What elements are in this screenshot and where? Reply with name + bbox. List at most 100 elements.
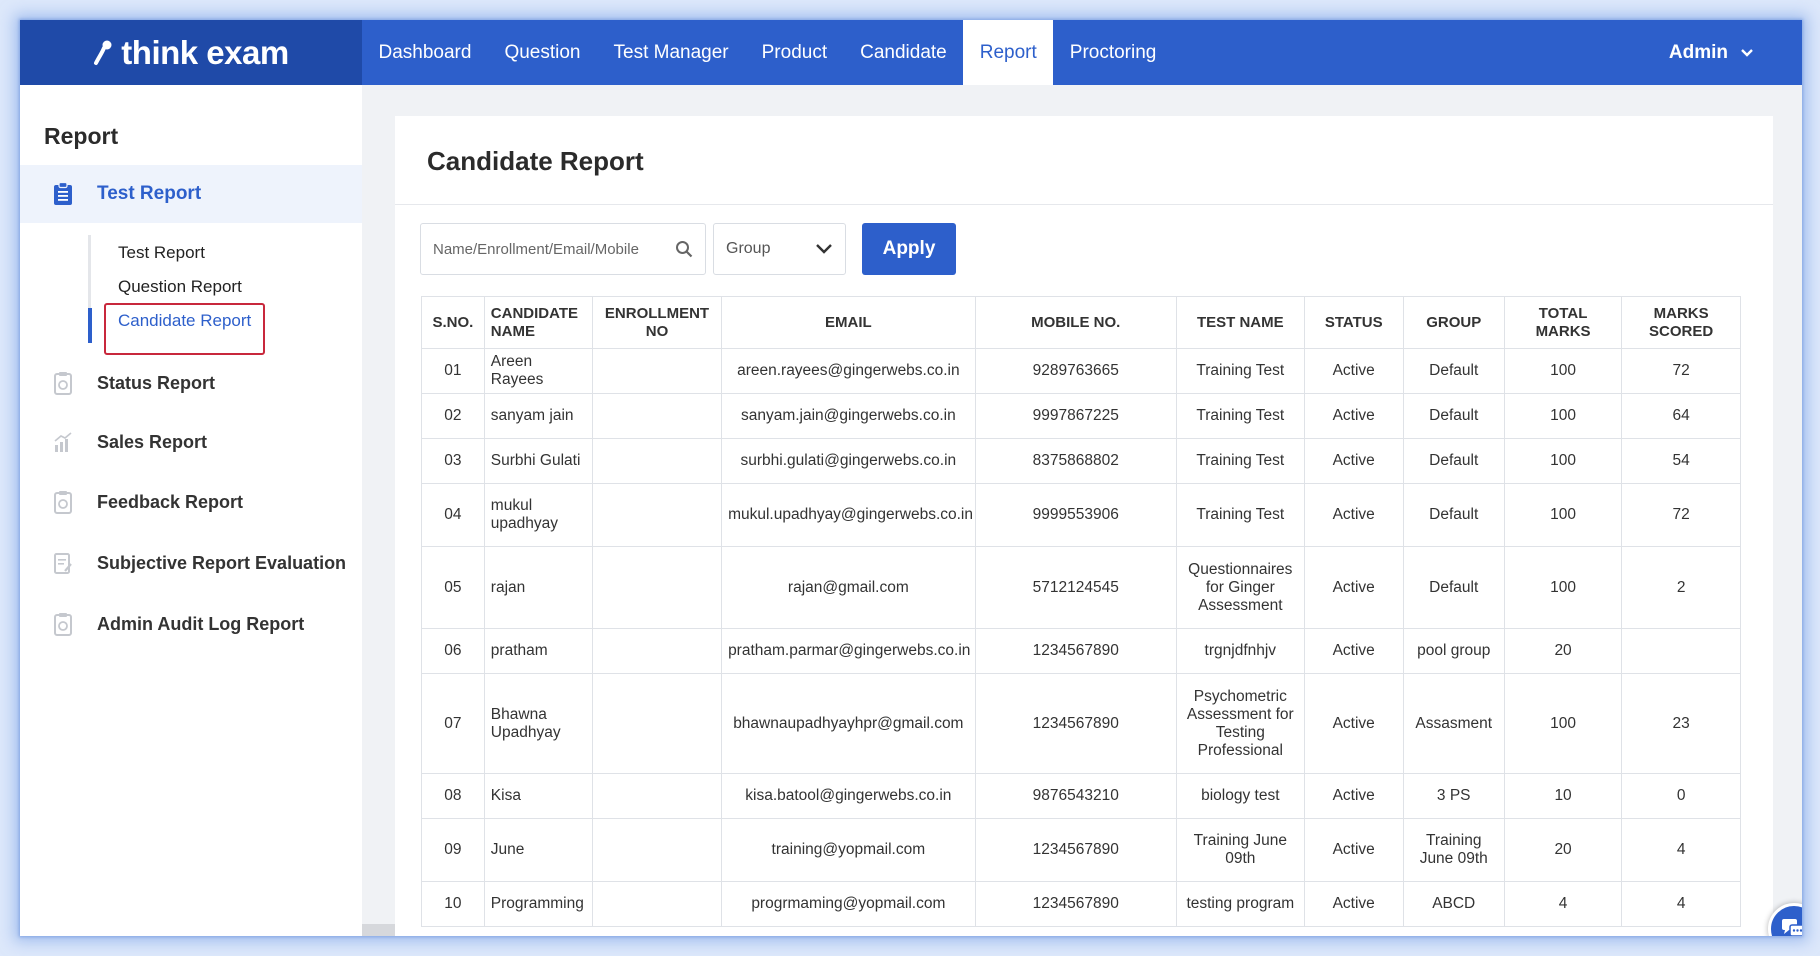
- table-header-row: S.NO. CANDIDATE NAME ENROLLMENT NO EMAIL MOB…: [421, 296, 1741, 349]
- cell-sno: 05: [421, 546, 485, 629]
- cell-marks-scored: 72: [1621, 483, 1741, 547]
- nav-report[interactable]: Report: [963, 20, 1054, 85]
- cell-status: Active: [1303, 393, 1404, 439]
- column-header-total-marks: TOTAL MARKS: [1503, 296, 1623, 349]
- cell-marks-scored: 64: [1621, 393, 1741, 439]
- cell-status: Active: [1303, 438, 1404, 484]
- apply-button[interactable]: Apply: [862, 223, 956, 275]
- cell-total-marks: 20: [1503, 818, 1623, 882]
- cell-status: Active: [1303, 483, 1404, 547]
- logo-mark-icon: [94, 40, 112, 65]
- main-nav: Dashboard Question Test Manager Product …: [362, 20, 1173, 85]
- cell-marks-scored: 4: [1621, 881, 1741, 927]
- nav-question[interactable]: Question: [488, 20, 597, 85]
- sidebar-item-admin-audit-log-report[interactable]: Admin Audit Log Report: [20, 604, 362, 644]
- sidebar-item-test-report[interactable]: Test Report: [20, 165, 362, 223]
- app-window: think exam Dashboard Question Test Manag…: [20, 20, 1802, 936]
- cell-test-name: Training Test: [1175, 483, 1305, 547]
- highlight-box: [104, 303, 265, 355]
- sidebar-item-label: Test Report: [97, 183, 202, 204]
- table-row[interactable]: 05 rajan rajan@gmail.com 5712124545 Question…: [421, 546, 1741, 629]
- cell-mobile-no: 9876543210: [974, 773, 1177, 819]
- cell-email: areen.rayees@gingerwebs.co.in: [721, 348, 976, 394]
- table-body: 01 Areen Rayees areen.rayees@gingerwebs.co…: [421, 348, 1741, 927]
- column-header-group: GROUP: [1402, 296, 1505, 349]
- column-header-status: STATUS: [1303, 296, 1404, 349]
- logo-area[interactable]: think exam: [20, 20, 362, 85]
- cell-mobile-no: 9289763665: [974, 348, 1177, 394]
- search-input[interactable]: [433, 240, 675, 258]
- cell-sno: 04: [421, 483, 485, 547]
- cell-email: training@yopmail.com: [721, 818, 976, 882]
- table-row[interactable]: 08 Kisa kisa.batool@gingerwebs.co.in 987654…: [421, 773, 1741, 819]
- cell-marks-scored: 4: [1621, 818, 1741, 882]
- cell-group: Default: [1402, 348, 1505, 394]
- nav-proctoring[interactable]: Proctoring: [1053, 20, 1173, 85]
- submenu-test-report[interactable]: Test Report: [118, 243, 205, 263]
- search-icon[interactable]: [675, 240, 693, 258]
- nav-candidate[interactable]: Candidate: [844, 20, 964, 85]
- table-row[interactable]: 10 Programming progrmaming@yopmail.com 1234…: [421, 881, 1741, 927]
- table-row[interactable]: 03 Surbhi Gulati surbhi.gulati@gingerwebs.…: [421, 438, 1741, 484]
- group-select[interactable]: Group: [713, 223, 846, 275]
- group-select-value: Group: [726, 240, 771, 257]
- table-row[interactable]: 02 sanyam jain sanyam.jain@gingerwebs.co.i…: [421, 393, 1741, 439]
- table-row[interactable]: 09 June training@yopmail.com 1234567890 Trai…: [421, 818, 1741, 882]
- nav-product[interactable]: Product: [745, 20, 843, 85]
- cell-total-marks: 100: [1503, 673, 1623, 774]
- sidebar-item-subjective-report-evaluation[interactable]: Subjective Report Evaluation: [20, 543, 362, 583]
- cell-enrollment-no: [591, 546, 723, 629]
- cell-test-name: biology test: [1175, 773, 1305, 819]
- main-content: Candidate Report Group Apply S.NO.CAND: [395, 116, 1773, 936]
- edit-doc-icon: [54, 553, 72, 574]
- cell-test-name: trgnjdfnhjv: [1175, 628, 1305, 674]
- cell-status: Active: [1303, 348, 1404, 394]
- cell-enrollment-no: [591, 393, 723, 439]
- cell-candidate-name: rajan: [483, 546, 593, 629]
- search-field[interactable]: [420, 223, 706, 275]
- sidebar-item-status-report[interactable]: Status Report: [20, 363, 362, 403]
- top-navbar: think exam Dashboard Question Test Manag…: [20, 20, 1802, 85]
- cell-enrollment-no: [591, 773, 723, 819]
- cell-mobile-no: 5712124545: [974, 546, 1177, 629]
- nav-test-manager[interactable]: Test Manager: [597, 20, 745, 85]
- cell-email: progrmaming@yopmail.com: [721, 881, 976, 927]
- cell-total-marks: 20: [1503, 628, 1623, 674]
- clipboard-icon: [54, 613, 72, 636]
- chat-button[interactable]: [1768, 903, 1802, 936]
- chart-icon: [54, 432, 72, 452]
- cell-enrollment-no: [591, 483, 723, 547]
- cell-candidate-name: Bhawna Upadhyay: [483, 673, 593, 774]
- cell-total-marks: 4: [1503, 881, 1623, 927]
- cell-candidate-name: Programming: [483, 881, 593, 927]
- table-row[interactable]: 07 Bhawna Upadhyay bhawnaupadhyayhpr@gmail…: [421, 673, 1741, 774]
- cell-sno: 09: [421, 818, 485, 882]
- table-row[interactable]: 01 Areen Rayees areen.rayees@gingerwebs.co…: [421, 348, 1741, 394]
- sidebar-title: Report: [44, 123, 119, 149]
- table-row[interactable]: 04 mukul upadhyay mukul.upadhyay@gingerweb…: [421, 483, 1741, 547]
- cell-mobile-no: 1234567890: [974, 818, 1177, 882]
- cell-group: pool group: [1402, 628, 1505, 674]
- submenu-question-report[interactable]: Question Report: [118, 277, 242, 297]
- cell-total-marks: 100: [1503, 393, 1623, 439]
- nav-dashboard[interactable]: Dashboard: [362, 20, 488, 85]
- sidebar-item-sales-report[interactable]: Sales Report: [20, 422, 362, 462]
- cell-enrollment-no: [591, 881, 723, 927]
- cell-sno: 10: [421, 881, 485, 927]
- cell-enrollment-no: [591, 438, 723, 484]
- admin-menu[interactable]: Admin: [1669, 20, 1754, 85]
- table-row[interactable]: 06 pratham pratham.parmar@gingerwebs.co.in…: [421, 628, 1741, 674]
- cell-email: pratham.parmar@gingerwebs.co.in: [721, 628, 976, 674]
- sidebar-item-label: Sales Report: [97, 431, 208, 452]
- chevron-down-icon: [1741, 48, 1753, 57]
- cell-candidate-name: Areen Rayees: [483, 348, 593, 394]
- cell-group: Training June 09th: [1402, 818, 1505, 882]
- cell-enrollment-no: [591, 348, 723, 394]
- cell-marks-scored: 0: [1621, 773, 1741, 819]
- candidate-report-table: S.NO. CANDIDATE NAME ENROLLMENT NO EMAIL MOB…: [421, 296, 1741, 927]
- sidebar-item-feedback-report[interactable]: Feedback Report: [20, 482, 362, 522]
- chevron-down-icon: [816, 244, 832, 254]
- cell-total-marks: 10: [1503, 773, 1623, 819]
- cell-test-name: testing program: [1175, 881, 1305, 927]
- cell-mobile-no: 9999553906: [974, 483, 1177, 547]
